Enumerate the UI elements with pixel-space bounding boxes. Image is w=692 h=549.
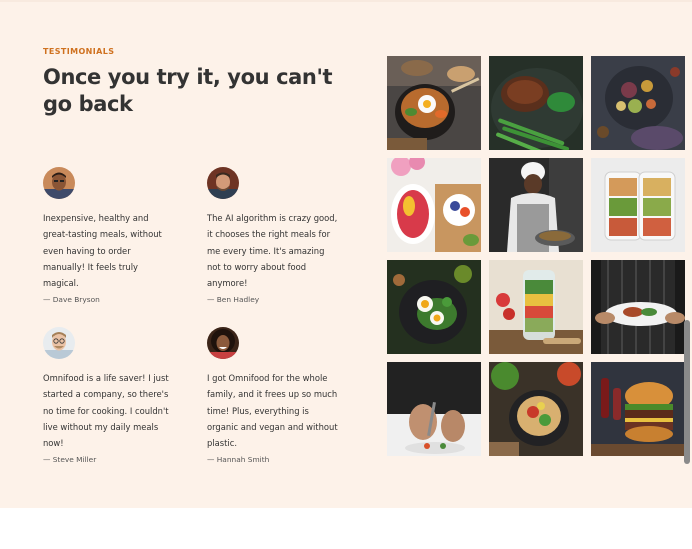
steak-asparagus-photo: [489, 56, 583, 150]
meal-prep-containers-photo: [591, 158, 685, 252]
vegetable-bowl-photo: [489, 362, 583, 456]
section-heading: Once you try it, you can't go back: [43, 65, 333, 116]
avatar: [43, 167, 75, 199]
testimonial-quote: I got Omnifood for the whole family, and…: [207, 373, 338, 449]
avatar: [43, 327, 75, 359]
chef-plating-photo: [387, 362, 481, 456]
burger-photo: [591, 362, 685, 456]
section-subheading: TESTIMONIALS: [43, 47, 115, 56]
testimonial-quote: The AI algorithm is crazy good, it choos…: [207, 213, 338, 289]
egg-salad-bowl-photo: [387, 260, 481, 354]
scrollbar-thumb[interactable]: [684, 320, 690, 464]
testimonial-author: — Hannah Smith: [207, 455, 270, 465]
avatar: [207, 327, 239, 359]
bibimbap-bowl-photo: [387, 56, 481, 150]
grain-bowl-photo: [591, 56, 685, 150]
salad-jar-photo: [489, 260, 583, 354]
avatar: [207, 167, 239, 199]
testimonial-quote: Inexpensive, healthy and great-tasting m…: [43, 213, 162, 289]
fruit-bowls-photo: [387, 158, 481, 252]
testimonials-section: TESTIMONIALS Once you try it, you can't …: [0, 0, 692, 508]
testimonial-card: Inexpensive, healthy and great-tasting m…: [43, 167, 175, 304]
scrollbar-track[interactable]: [683, 0, 692, 549]
testimonial-card: Omnifood is a life saver! I just started…: [43, 327, 175, 464]
chef-cooking-photo: [489, 158, 583, 252]
food-gallery: [387, 56, 685, 456]
testimonial-author: — Dave Bryson: [43, 295, 100, 305]
testimonial-quote: Omnifood is a life saver! I just started…: [43, 373, 169, 449]
testimonial-card: I got Omnifood for the whole family, and…: [207, 327, 339, 464]
testimonial-author: — Steve Miller: [43, 455, 97, 465]
testimonial-card: The AI algorithm is crazy good, it choos…: [207, 167, 339, 304]
chef-serving-plate-photo: [591, 260, 685, 354]
testimonial-author: — Ben Hadley: [207, 295, 260, 305]
